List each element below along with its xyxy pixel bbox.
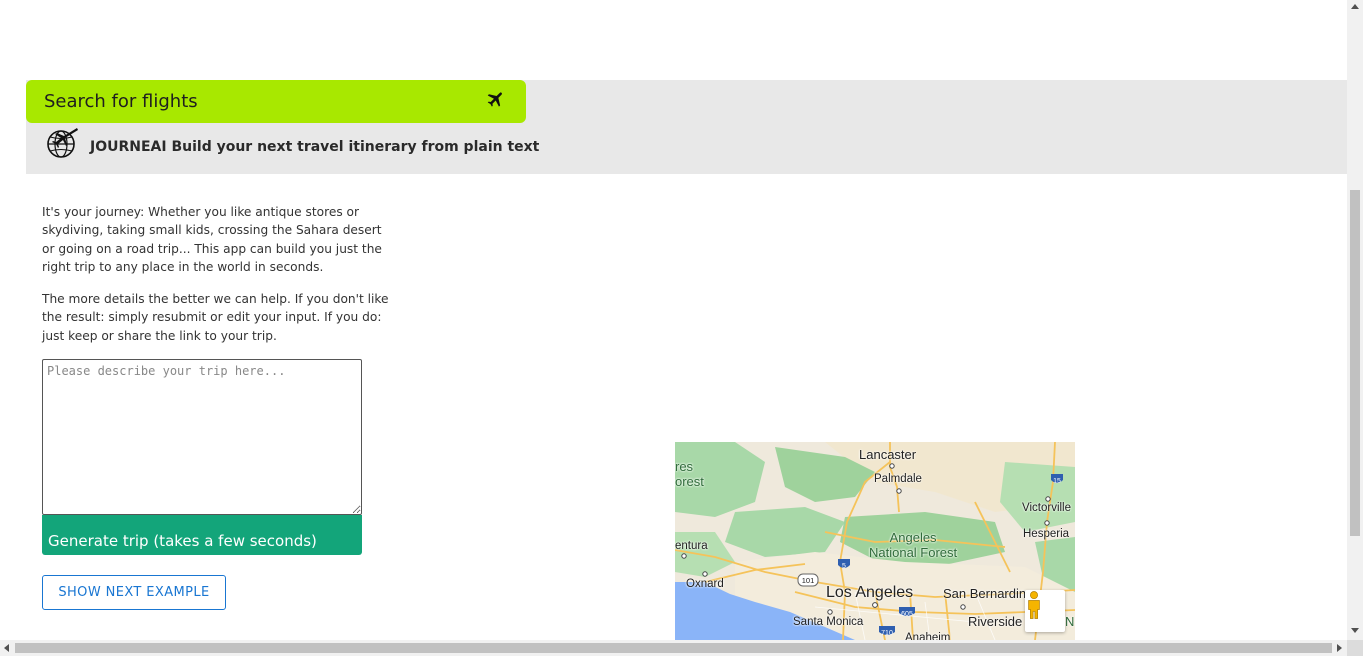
scroll-left-arrow-icon[interactable] <box>4 644 9 652</box>
brand-row: JOURNEAI Build your next travel itinerar… <box>44 122 539 162</box>
map-label-los-angeles: Los Angeles <box>826 584 914 601</box>
map-label-angeles-nf-2: National Forest <box>869 545 958 560</box>
globe-airplane-icon <box>44 124 80 160</box>
map-label-anaheim: Anaheim <box>905 632 951 640</box>
us-101-shield: 101 <box>802 576 815 585</box>
map-label-forest-left-1: res <box>675 459 694 474</box>
scroll-down-arrow-icon[interactable] <box>1351 628 1359 633</box>
map-label-oxnard: Oxnard <box>686 578 724 590</box>
map-label-palmdale: Palmdale <box>874 473 922 485</box>
map-label-edge-n: N <box>1065 614 1075 629</box>
search-flights-label: Search for flights <box>44 91 198 112</box>
brand-title: JOURNEAI Build your next travel itinerar… <box>90 139 540 155</box>
map[interactable]: 5 15 605 710 101 Lancaster Palmdale Vict… <box>675 442 1075 640</box>
intro-paragraph-1: It's your journey: Whether you like anti… <box>42 205 382 275</box>
interstate-5-shield: 5 <box>842 563 846 570</box>
horizontal-scrollbar[interactable] <box>0 640 1347 656</box>
map-label-riverside: Riverside <box>968 614 1023 629</box>
map-label-angeles-nf-1: Angeles <box>889 530 937 545</box>
map-label-lancaster: Lancaster <box>859 447 917 462</box>
interstate-605-shield: 605 <box>901 611 913 618</box>
scroll-right-arrow-icon[interactable] <box>1337 644 1342 652</box>
vertical-scroll-thumb[interactable] <box>1350 190 1360 536</box>
generate-trip-button[interactable]: Generate trip (takes a few seconds) <box>42 515 362 555</box>
vertical-scrollbar[interactable] <box>1347 0 1363 640</box>
airplane-icon <box>486 89 506 114</box>
map-label-victorville: Victorville <box>1022 502 1071 514</box>
interstate-710-shield: 710 <box>881 630 893 637</box>
street-view-pegman-button[interactable] <box>1025 590 1065 632</box>
show-next-example-button[interactable]: SHOW NEXT EXAMPLE <box>42 575 226 610</box>
map-label-forest-left-2: orest <box>675 474 704 489</box>
map-label-forest-left: res orest <box>675 459 704 489</box>
scroll-up-arrow-icon[interactable] <box>1351 4 1359 9</box>
intro-paragraph-2: The more details the better we can help.… <box>42 292 389 343</box>
page-viewport: Search for flights JOURNEAI Build your n… <box>0 0 1347 640</box>
map-label-hesperia: Hesperia <box>1023 528 1070 540</box>
map-label-ventura: entura <box>675 540 708 552</box>
map-label-angeles-national-forest: Angeles National Forest <box>869 530 957 560</box>
trip-description-input[interactable] <box>42 359 362 515</box>
search-flights-banner[interactable]: Search for flights <box>26 80 526 123</box>
scrollbar-corner <box>1347 640 1363 656</box>
interstate-15-shield: 15 <box>1053 478 1061 485</box>
map-label-san-bernardino: San Bernardino <box>943 586 1034 601</box>
map-label-santa-monica: Santa Monica <box>793 616 864 628</box>
horizontal-scroll-thumb[interactable] <box>15 643 1332 653</box>
